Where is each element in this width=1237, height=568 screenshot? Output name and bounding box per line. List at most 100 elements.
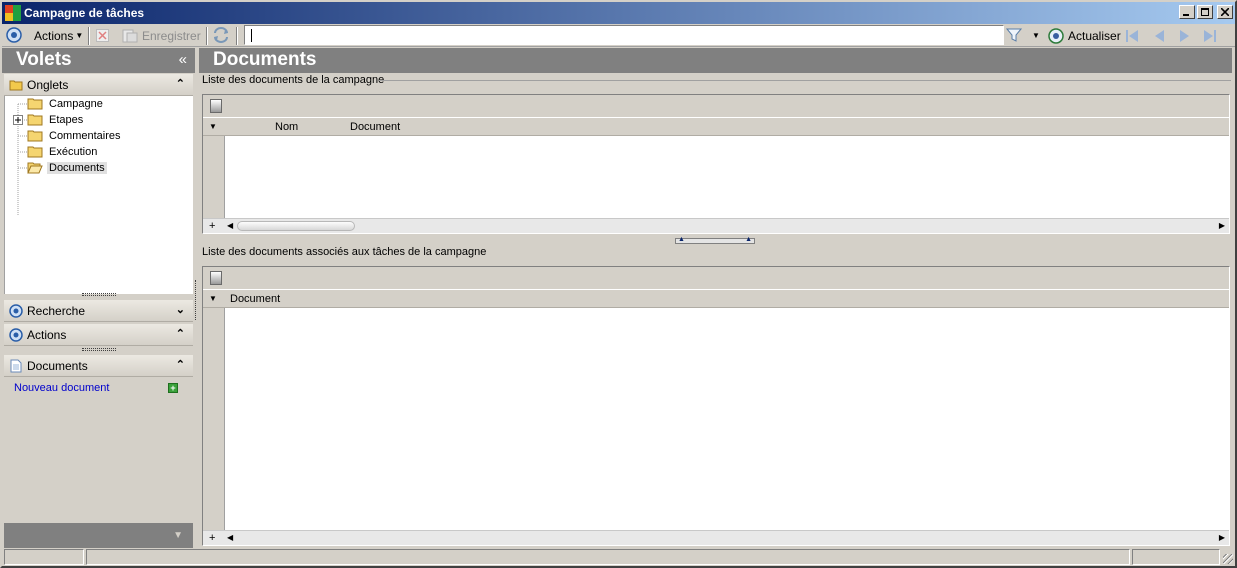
collapse-up-icon: ⌃: [175, 78, 185, 90]
tabs-tree: Campagne Etapes Commentaires Exécution D…: [4, 96, 193, 294]
horizontal-scrollbar[interactable]: + ◀ ▶: [203, 530, 1229, 545]
search-input[interactable]: [244, 25, 1004, 45]
column-header-nom[interactable]: Nom: [275, 121, 298, 133]
resize-grip[interactable]: [82, 348, 116, 351]
documents-group-header[interactable]: Documents ⌃: [4, 355, 193, 377]
search-group-header[interactable]: Recherche ⌄: [4, 300, 193, 322]
expand-plus-icon[interactable]: [13, 115, 23, 125]
status-bar: [2, 548, 1235, 566]
folder-icon: [27, 130, 43, 142]
search-group-label: Recherche: [27, 304, 86, 318]
close-icon: [1221, 8, 1229, 16]
tree-item-label: Commentaires: [49, 130, 121, 142]
scroll-right-icon[interactable]: ▶: [1219, 533, 1225, 542]
folder-icon: [27, 114, 43, 126]
resize-grip[interactable]: [82, 293, 116, 296]
left-panel-footer: ▼: [4, 523, 193, 548]
campaign-docs-label: Liste des documents de la campagne: [202, 74, 388, 86]
grid-splitter[interactable]: ▲ ▲: [675, 236, 755, 244]
minimize-icon: [1183, 14, 1189, 16]
first-page-icon[interactable]: [1124, 29, 1140, 43]
collapse-up-icon: ⌃: [175, 359, 185, 371]
toolbar-separator: [206, 27, 208, 45]
folder-icon: [9, 80, 23, 91]
tree-item-label: Exécution: [49, 146, 98, 158]
maximize-icon: [1201, 8, 1209, 16]
column-chooser-icon[interactable]: ▼: [209, 122, 217, 131]
app-icon: [5, 5, 21, 21]
tree-item-label: Campagne: [49, 98, 103, 110]
scroll-left-icon[interactable]: ◀: [227, 533, 233, 542]
next-page-icon[interactable]: [1178, 29, 1192, 43]
scroll-right-icon[interactable]: ▶: [1219, 221, 1225, 230]
scroll-left-icon[interactable]: ◀: [227, 221, 233, 230]
left-panel: Volets « Onglets ⌃ Campagne Etapes Comme…: [2, 48, 195, 548]
actions-menu-button[interactable]: Actions ▼: [34, 27, 83, 44]
refresh-icon: [1048, 27, 1064, 44]
collapse-up-icon: ⌃: [175, 328, 185, 340]
tabs-group-header[interactable]: Onglets ⌃: [4, 74, 193, 96]
save-icon: [122, 29, 138, 42]
row-gutter: [203, 136, 225, 219]
tree-item-label: Etapes: [49, 114, 84, 126]
chevron-down-icon: ▼: [75, 31, 84, 40]
column-chooser-icon[interactable]: ▼: [209, 294, 217, 303]
actions-group-header[interactable]: Actions ⌃: [4, 324, 193, 346]
open-folder-icon: [27, 162, 43, 174]
navigation-icon[interactable]: [6, 27, 22, 43]
save-button[interactable]: Enregistrer: [122, 27, 201, 44]
column-header-document[interactable]: Document: [350, 121, 400, 133]
add-icon[interactable]: +: [168, 383, 178, 393]
folder-icon: [27, 146, 43, 158]
grid-toolbar: [203, 267, 1229, 290]
tabs-group-label: Onglets: [27, 78, 69, 92]
column-header-document[interactable]: Document: [230, 293, 280, 305]
status-cell: [1132, 549, 1220, 565]
tree-item-execution[interactable]: Exécution: [27, 144, 99, 160]
expand-down-icon: ⌄: [175, 304, 185, 316]
document-icon: [10, 359, 22, 373]
actions-group-icon: [9, 328, 23, 342]
actions-group-label: Actions: [27, 328, 67, 342]
arrow-up-icon: ▲: [678, 236, 685, 243]
row-gutter: [203, 308, 225, 531]
task-docs-label: Liste des documents associés aux tâches …: [202, 246, 490, 258]
refresh-button[interactable]: Actualiser: [1048, 27, 1121, 44]
main-panel: Documents Liste des documents de la camp…: [199, 48, 1232, 548]
task-docs-grid: ▼ Document + ◀ ▶: [202, 266, 1230, 546]
last-page-icon[interactable]: [1202, 29, 1218, 43]
panel-splitter[interactable]: [195, 280, 198, 320]
grid-toolbar: [203, 95, 1229, 118]
grid-header: ▼ Nom Document: [203, 118, 1229, 136]
tree-item-campagne[interactable]: Campagne: [27, 96, 105, 112]
minimize-button[interactable]: [1179, 5, 1195, 19]
export-icon[interactable]: [210, 99, 222, 113]
close-button[interactable]: [1217, 5, 1233, 19]
title-bar: Campagne de tâches: [0, 0, 1237, 24]
save-label: Enregistrer: [142, 28, 201, 43]
volets-title: Volets: [16, 49, 72, 70]
new-document-link[interactable]: Nouveau document: [14, 382, 109, 394]
grid-header: ▼ Document: [203, 290, 1229, 308]
previous-page-icon[interactable]: [1152, 29, 1166, 43]
sync-icon[interactable]: [212, 27, 230, 43]
maximize-button[interactable]: [1197, 5, 1213, 19]
filter-icon[interactable]: [1006, 27, 1022, 43]
horizontal-scrollbar[interactable]: + ◀ ▶: [203, 218, 1229, 233]
tree-item-etapes[interactable]: Etapes: [27, 112, 85, 128]
add-row-icon[interactable]: +: [209, 532, 215, 544]
scrollbar-thumb[interactable]: [237, 221, 355, 231]
add-row-icon[interactable]: +: [209, 220, 215, 232]
folder-icon: [27, 98, 43, 110]
filter-dropdown-icon[interactable]: ▼: [1032, 27, 1040, 44]
actions-menu-label: Actions: [34, 28, 74, 43]
tree-item-documents[interactable]: Documents: [27, 160, 107, 176]
export-icon[interactable]: [210, 271, 222, 285]
tree-item-commentaires[interactable]: Commentaires: [27, 128, 123, 144]
window-resize-grip[interactable]: [1223, 554, 1233, 564]
collapse-panel-icon[interactable]: «: [179, 51, 187, 68]
toolbar-separator: [88, 27, 90, 45]
arrow-up-icon: ▲: [745, 236, 752, 243]
delete-icon[interactable]: [96, 29, 109, 42]
chevron-down-icon[interactable]: ▼: [173, 530, 183, 541]
